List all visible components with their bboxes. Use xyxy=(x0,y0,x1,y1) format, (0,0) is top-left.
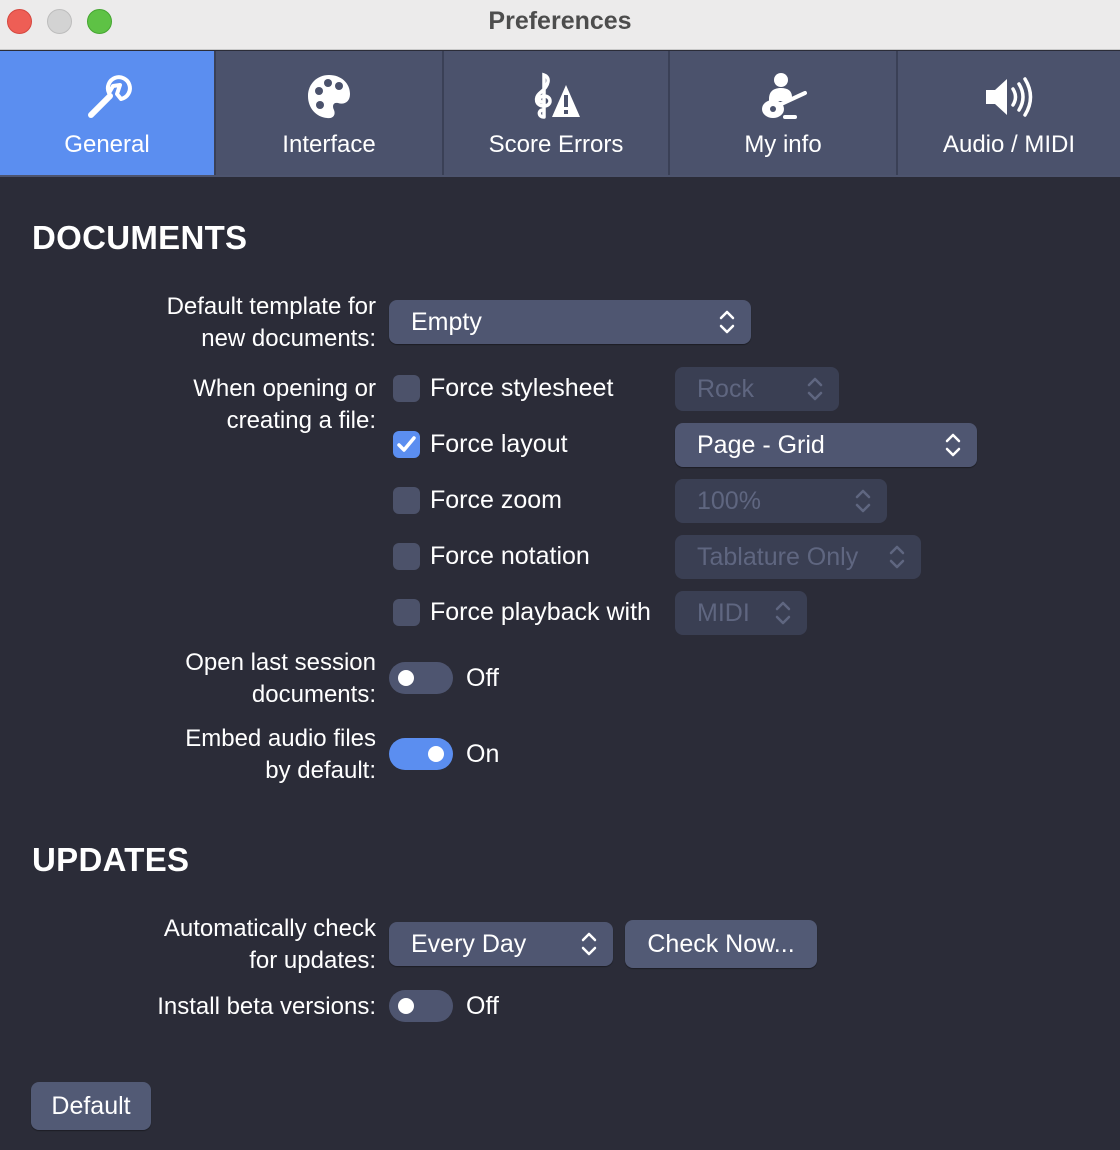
tab-interface[interactable]: Interface xyxy=(216,51,444,175)
force-zoom-checkbox[interactable] xyxy=(393,487,420,514)
notation-value: Tablature Only xyxy=(697,543,859,571)
chevron-updown-icon xyxy=(807,377,823,401)
default-button[interactable]: Default xyxy=(31,1082,151,1130)
chevron-updown-icon xyxy=(775,601,791,625)
chevron-updown-icon xyxy=(855,489,871,513)
force-playback-label: Force playback with xyxy=(430,598,651,626)
toggle-knob xyxy=(398,670,414,686)
tab-my-info-label: My info xyxy=(744,131,822,158)
tab-my-info[interactable]: My info xyxy=(670,51,898,175)
palette-icon xyxy=(216,69,442,125)
open-last-session-label: Open last session documents: xyxy=(185,649,376,708)
tab-score-errors-label: Score Errors xyxy=(488,131,624,158)
embed-audio-toggle[interactable] xyxy=(389,738,453,770)
chevron-updown-icon xyxy=(889,545,905,569)
notation-popup[interactable]: Tablature Only xyxy=(675,535,921,579)
force-zoom-label: Force zoom xyxy=(430,486,562,514)
speaker-icon xyxy=(898,69,1120,125)
force-notation-checkbox[interactable] xyxy=(393,543,420,570)
embed-audio-label: Embed audio files by default: xyxy=(185,725,376,784)
embed-audio-state: On xyxy=(466,740,500,768)
update-frequency-value: Every Day xyxy=(411,930,527,958)
auto-check-label: Automatically check for updates: xyxy=(163,915,376,974)
preferences-tab-bar: General Interface Score Errors My info A… xyxy=(0,51,1120,177)
layout-popup[interactable]: Page - Grid xyxy=(675,423,977,467)
guitar-player-icon xyxy=(670,69,896,125)
stylesheet-popup[interactable]: Rock xyxy=(675,367,839,411)
force-notation-label: Force notation xyxy=(430,542,590,570)
update-frequency-popup[interactable]: Every Day xyxy=(389,922,613,966)
layout-value: Page - Grid xyxy=(697,431,825,459)
updates-section-title: UPDATES xyxy=(32,841,190,878)
zoom-popup[interactable]: 100% xyxy=(675,479,887,523)
check-now-button[interactable]: Check Now... xyxy=(625,920,817,968)
default-template-value: Empty xyxy=(411,308,482,336)
force-layout-label: Force layout xyxy=(430,430,568,458)
window-title: Preferences xyxy=(488,7,632,35)
default-template-popup[interactable]: Empty xyxy=(389,300,751,344)
chevron-updown-icon xyxy=(581,932,597,956)
force-playback-checkbox[interactable] xyxy=(393,599,420,626)
stylesheet-value: Rock xyxy=(697,375,754,403)
toggle-knob xyxy=(398,998,414,1014)
open-last-session-state: Off xyxy=(466,664,499,692)
force-layout-checkbox[interactable] xyxy=(393,431,420,458)
tab-general-label: General xyxy=(64,131,150,158)
documents-section-title: DOCUMENTS xyxy=(32,219,248,256)
wrench-icon xyxy=(0,69,214,125)
playback-value: MIDI xyxy=(697,599,750,627)
tab-audio-midi[interactable]: Audio / MIDI xyxy=(898,51,1120,175)
open-last-session-toggle[interactable] xyxy=(389,662,453,694)
force-stylesheet-checkbox[interactable] xyxy=(393,375,420,402)
force-stylesheet-label: Force stylesheet xyxy=(430,374,614,402)
tab-score-errors[interactable]: Score Errors xyxy=(444,51,670,175)
title-bar: Preferences xyxy=(0,0,1120,50)
tab-audio-midi-label: Audio / MIDI xyxy=(942,131,1076,158)
chevron-updown-icon xyxy=(719,310,735,334)
install-beta-state: Off xyxy=(466,992,499,1020)
install-beta-label: Install beta versions: xyxy=(157,993,376,1020)
playback-popup[interactable]: MIDI xyxy=(675,591,807,635)
chevron-updown-icon xyxy=(945,433,961,457)
tab-interface-label: Interface xyxy=(282,131,376,158)
tab-general[interactable]: General xyxy=(0,51,216,175)
zoom-value: 100% xyxy=(697,487,761,515)
clef-warning-icon xyxy=(444,69,668,125)
default-template-label: Default template for new documents: xyxy=(166,293,376,352)
install-beta-toggle[interactable] xyxy=(389,990,453,1022)
toggle-knob xyxy=(428,746,444,762)
checkmark-icon xyxy=(397,436,416,452)
when-opening-label: When opening or creating a file: xyxy=(193,375,376,434)
